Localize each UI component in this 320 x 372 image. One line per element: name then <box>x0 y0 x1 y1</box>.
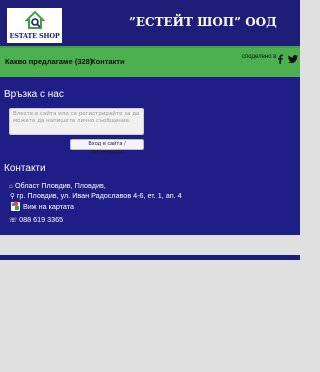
message-textarea[interactable]: Влезте в сайта или се регистрирайте за д… <box>9 108 144 135</box>
logo-text: ESTATE SHOP <box>9 32 60 40</box>
location-pin-icon: ⚲ <box>10 193 15 200</box>
phone-icon: ☏ <box>9 217 18 224</box>
login-register-button[interactable]: Вход в сайта / Регистрация <box>70 139 144 156</box>
map-link[interactable]: Виж на картата <box>23 202 74 211</box>
twitter-icon[interactable] <box>288 55 298 63</box>
contacts-section-title: Контакти <box>4 163 46 174</box>
facebook-icon[interactable] <box>276 54 284 64</box>
site-logo[interactable]: ESTATE SHOP <box>7 8 62 43</box>
contact-section-title: Връзка с нас <box>4 89 64 100</box>
address-row: ⚲ гр. Пловдив, ул. Иван Радославов 4-6, е… <box>10 191 182 200</box>
share-label: споделено в <box>242 54 277 60</box>
nav-item-contacts[interactable]: Контакти <box>91 57 125 66</box>
phone-row[interactable]: ☏ 088 619 3365 <box>9 215 63 224</box>
address-text: гр. Пловдив, ул. Иван Радославов 4-6, ет… <box>16 191 182 200</box>
house-logo-icon <box>25 10 45 29</box>
site-header: ESTATE SHOP ”ЕСТЕЙТ ШОП” ООД <box>0 0 300 48</box>
main-navbar: Какво предлагаме (328) Контакти споделен… <box>0 48 300 77</box>
main-content: Връзка с нас Влезте в сайта или се регис… <box>0 77 300 235</box>
home-icon: ⌂ <box>9 183 13 190</box>
company-name: ”ЕСТЕЙТ ШОП” ООД <box>129 15 277 29</box>
phone-text: 088 619 3365 <box>19 215 64 224</box>
region-row: ⌂ Област Пловдив, Пловдив, <box>9 181 106 190</box>
nav-item-offers[interactable]: Какво предлагаме (328) <box>5 57 92 66</box>
region-text: Област Пловдив, Пловдив, <box>14 181 106 190</box>
empty-area <box>0 260 300 372</box>
